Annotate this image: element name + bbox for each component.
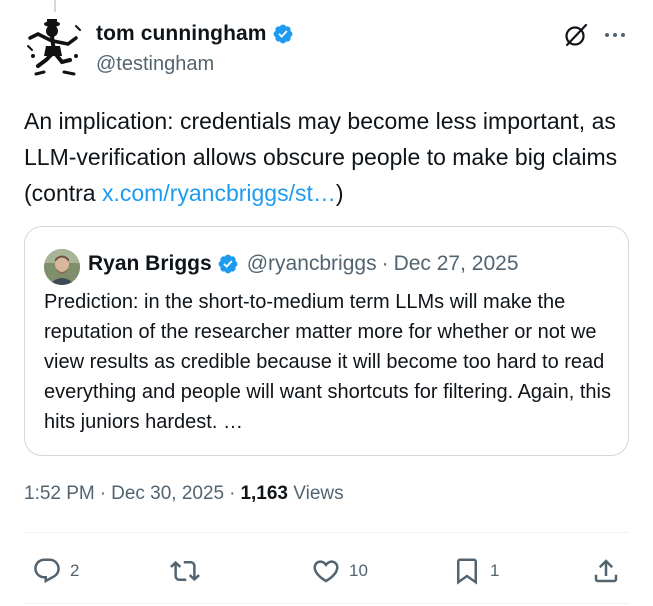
verified-badge-icon [273,24,292,44]
bookmark-count: 1 [490,561,500,580]
like-count: 10 [349,561,368,580]
like-icon [313,560,339,583]
quoted-separator: · [381,252,389,275]
share-icon [594,559,618,583]
reply-count: 2 [70,561,80,580]
share-button[interactable] [591,554,621,588]
tweet-header: tom cunningham @testingham [24,14,629,84]
author-handle[interactable]: @testingham [96,53,214,76]
quoted-tweet-date: Dec 27, 2025 [393,252,519,275]
retweet-icon [170,560,200,582]
meta-separator: · [229,483,236,504]
reply-button[interactable]: 2 [32,554,79,588]
meta-separator: · [99,483,107,504]
views-label: Views [293,483,344,504]
author-display-name[interactable]: tom cunningham [96,22,267,46]
grok-icon[interactable] [562,21,590,49]
tweet-date[interactable]: Dec 30, 2025 [111,483,224,504]
tweet-link[interactable]: x.com/ryancbriggs/st… [102,180,336,206]
reply-icon [34,558,60,584]
divider [24,532,629,533]
bookmark-icon [457,558,477,585]
tweet-meta: 1:52 PM · Dec 30, 2025 · 1,163 Views [24,483,344,505]
views-count: 1,163 [240,483,288,504]
tweet-time[interactable]: 1:52 PM [24,483,95,504]
like-button[interactable]: 10 [311,554,368,588]
divider [24,603,629,604]
more-icon[interactable] [600,22,630,48]
retweet-button[interactable] [170,554,208,588]
bookmark-button[interactable]: 1 [452,554,499,588]
quoted-tweet-text: Prediction: in the short-to-medium term … [44,291,611,433]
quoted-author-avatar [44,249,80,285]
quoted-author-handle: @ryancbriggs [246,252,377,275]
author-avatar[interactable] [24,16,84,78]
quoted-author-display-name[interactable]: Ryan Briggs [88,252,212,276]
thread-connector-line [54,0,56,12]
tweet-text: An implication: credentials may become l… [24,108,618,206]
quoted-tweet-card[interactable]: Ryan Briggs @ryancbriggs · Dec 27, 2025 … [24,226,629,456]
quoted-verified-badge-icon [218,254,238,274]
